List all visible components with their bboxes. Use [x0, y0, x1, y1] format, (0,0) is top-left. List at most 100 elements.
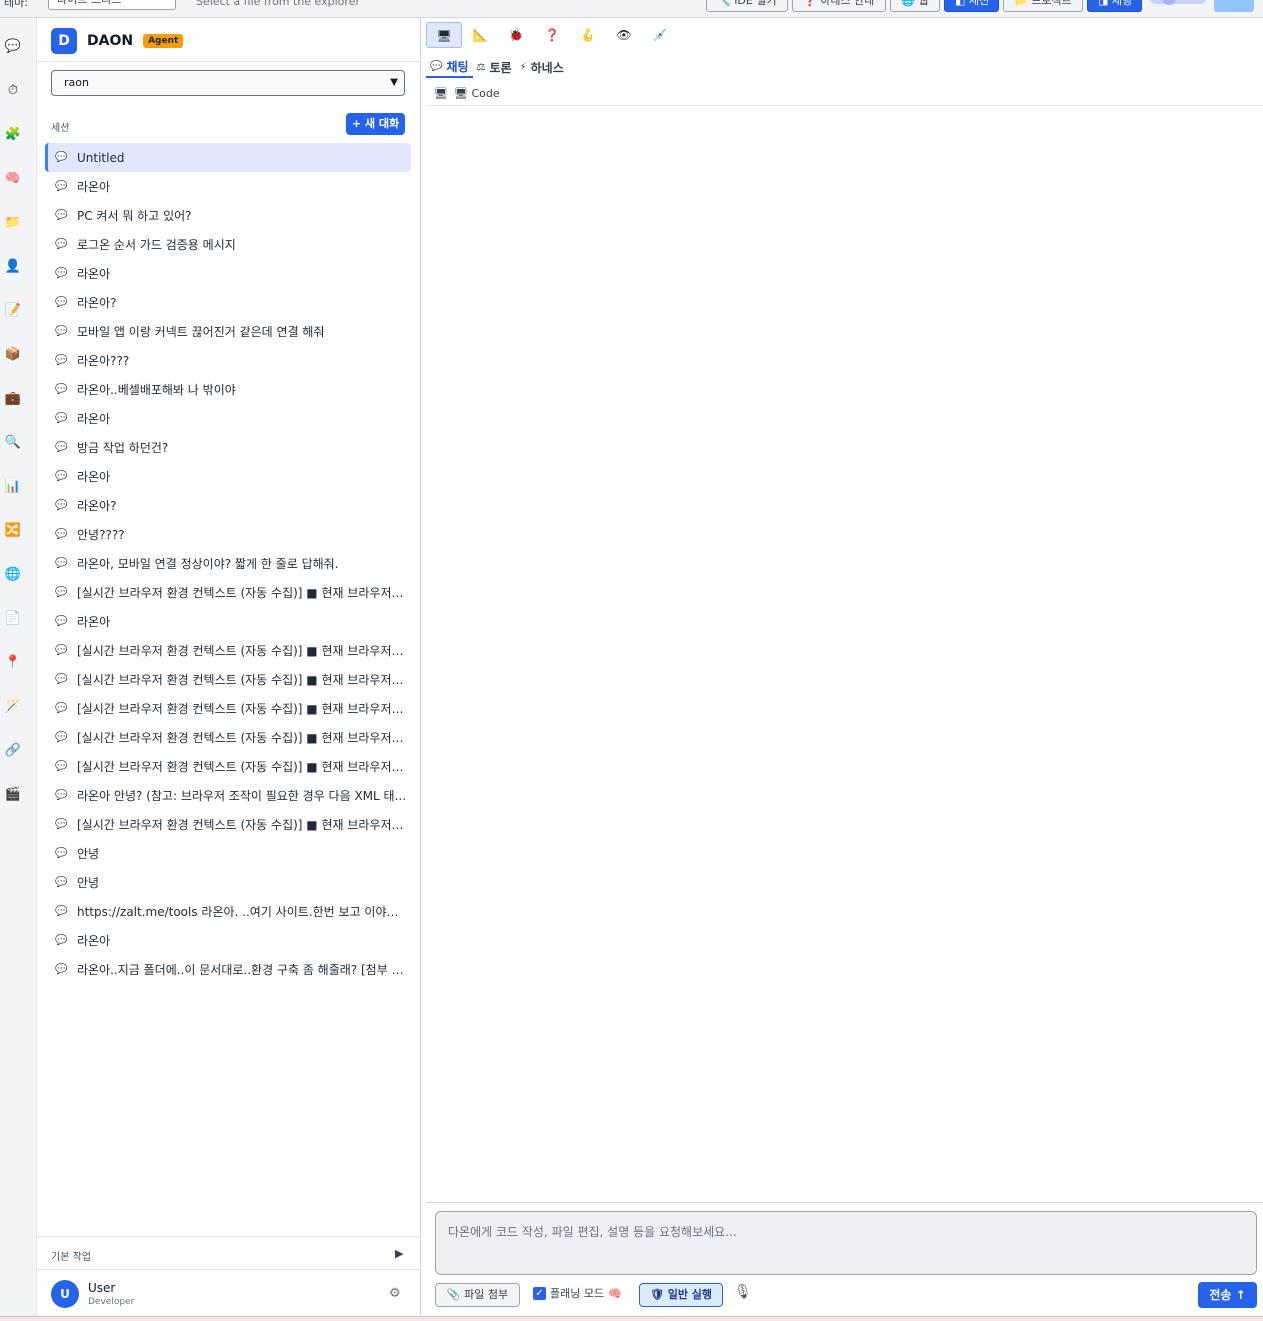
session-item[interactable]: 💬 [실시간 브라우저 환경 컨텍스트 (자동 수집)] ■ 현재 브라우저에..… [45, 636, 411, 665]
tab-debate[interactable]: ⚖ 토론 [473, 56, 516, 78]
divider [37, 1269, 421, 1270]
pin-icon[interactable]: 📍 [4, 654, 22, 672]
chat-icon[interactable]: 💬 [4, 38, 22, 56]
timer-icon[interactable]: ⏱ [4, 82, 22, 100]
session-item[interactable]: 💬 라온아 [45, 172, 411, 201]
chat-panel-button[interactable]: ◨ 채팅 [1087, 0, 1142, 12]
session-title: https://zalt.me/tools 라온아. ..여기 사이트.한번 보… [77, 905, 407, 919]
session-item[interactable]: 💬 [실시간 브라우저 환경 컨텍스트 (자동 수집)] ■ 현재 브라우저에..… [45, 723, 411, 752]
mode-tabs: 💬 채팅 ⚖ 토론 ⚡ 하네스 [426, 56, 568, 78]
hook-icon[interactable]: 🪝 [570, 22, 606, 48]
session-title: 라온아 [77, 267, 111, 281]
memo-icon[interactable]: 📝 [4, 302, 22, 320]
new-chat-button[interactable]: + 새 대화 [346, 113, 405, 135]
agent-badge: Agent [143, 34, 184, 48]
clapper-icon[interactable]: 🎬 [4, 786, 22, 804]
session-item[interactable]: 💬 라온아..베셀배포해봐 나 밖이야 [45, 375, 411, 404]
monitor-icon[interactable]: 🖥 [426, 22, 462, 48]
brain-icon[interactable]: 🧠 [4, 170, 22, 188]
session-item[interactable]: 💬 모바일 앱 이랑 커넥트 끊어진거 같은데 연결 해줘 [45, 317, 411, 346]
session-item[interactable]: 💬 [실시간 브라우저 환경 컨텍스트 (자동 수집)] ■ 현재 브라우저에..… [45, 665, 411, 694]
session-item[interactable]: 💬 라온아, 모바일 연결 정상이야? 짧게 한 줄로 답해줘. [45, 549, 411, 578]
planning-mode-toggle[interactable]: ✓ 플래닝 모드 🧠 [533, 1285, 622, 1301]
session-item[interactable]: 💬 [실시간 브라우저 환경 컨텍스트 (자동 수집)] ■ 현재 브라우저에..… [45, 694, 411, 723]
session-item[interactable]: 💬 방금 작업 하던건? [45, 433, 411, 462]
question-icon[interactable]: ❓ [534, 22, 570, 48]
session-item[interactable]: 💬 라온아? [45, 288, 411, 317]
eye-icon[interactable]: 👁 [606, 22, 642, 48]
session-item[interactable]: 💬 라온아 [45, 259, 411, 288]
syringe-icon[interactable]: 💉 [642, 22, 678, 48]
harness-guide-button[interactable]: ❓ 하네스 안내 [792, 0, 886, 12]
chat-bubble-icon: 💬 [430, 60, 443, 72]
chat-bubble-icon: 💬 [55, 210, 68, 221]
session-item[interactable]: 💬 라온아 안녕? (참고: 브라우저 조작이 필요한 경우 다음 XML 태..… [45, 781, 411, 810]
avatar[interactable]: U [51, 1280, 79, 1308]
session-item[interactable]: 💬 라온아? [45, 491, 411, 520]
folder-icon[interactable]: 📁 [4, 214, 22, 232]
wand-icon[interactable]: 🪄 [4, 698, 22, 716]
send-button[interactable]: 전송 ↑ [1198, 1282, 1257, 1308]
session-item[interactable]: 💬 라온아 [45, 607, 411, 636]
session-title: 라온아? [77, 499, 117, 513]
chat-bubble-icon: 💬 [55, 906, 68, 917]
session-panel-button[interactable]: ◧ 세션 [944, 0, 999, 12]
bug-icon[interactable]: 🐞 [498, 22, 534, 48]
zoom-slider[interactable] [1150, 0, 1206, 5]
chart-icon[interactable]: 📊 [4, 478, 22, 496]
session-item[interactable]: 💬 안녕 [45, 839, 411, 868]
tab-chat[interactable]: 💬 채팅 [426, 56, 473, 78]
agent-select-value: raon [64, 76, 89, 89]
attach-file-button[interactable]: 📎 파일 첨부 [435, 1283, 520, 1307]
chat-bubble-icon: 💬 [55, 239, 68, 250]
session-item[interactable]: 💬 라온아 [45, 462, 411, 491]
expand-arrow-icon[interactable]: ▶ [395, 1247, 403, 1260]
puzzle-icon[interactable]: 🧩 [4, 126, 22, 144]
basic-tasks-label[interactable]: 기본 작업 [51, 1248, 91, 1263]
session-item[interactable]: 💬 안녕???? [45, 520, 411, 549]
chat-bubble-icon: 💬 [55, 529, 68, 540]
open-ide-button[interactable]: 🔧 IDE 열기 [706, 0, 788, 12]
session-item[interactable]: 💬 로그온 순서 가드 검증용 메시지 [45, 230, 411, 259]
file-tab-code[interactable]: 🖥 Code [454, 87, 500, 100]
shuffle-icon[interactable]: 🔀 [4, 522, 22, 540]
theme-select[interactable]: 다이트 브리즈 [48, 0, 176, 10]
tab-harness[interactable]: ⚡ 하네스 [516, 56, 568, 78]
session-item[interactable]: 💬 PC 켜서 뭐 하고 있어? [45, 201, 411, 230]
package-icon[interactable]: 📦 [4, 346, 22, 364]
session-item[interactable]: 💬 라온아 [45, 926, 411, 955]
globe-icon[interactable]: 🌐 [4, 566, 22, 584]
toolbar-extra-button[interactable] [1214, 0, 1254, 12]
session-title: [실시간 브라우저 환경 컨텍스트 (자동 수집)] ■ 현재 브라우저에... [77, 702, 407, 716]
session-item[interactable]: 💬 라온아??? [45, 346, 411, 375]
briefcase-icon[interactable]: 💼 [4, 390, 22, 408]
document-icon[interactable]: 📄 [4, 610, 22, 628]
session-title: 모바일 앱 이랑 커넥트 끊어진거 같은데 연결 해줘 [77, 325, 325, 339]
microphone-icon[interactable]: 🎙 [734, 1284, 752, 1300]
session-title: 라온아 [77, 470, 111, 484]
chat-bubble-icon: 💬 [55, 355, 68, 366]
blueprint-icon[interactable]: 📐 [462, 22, 498, 48]
agent-select[interactable]: raon ▼ [51, 70, 405, 96]
chat-messages [426, 106, 1263, 1202]
link-icon[interactable]: 🔗 [4, 742, 22, 760]
message-input[interactable]: 다온에게 코드 작성, 파일 편집, 설명 등을 요청해보세요... [435, 1211, 1257, 1275]
session-item[interactable]: 💬 안녕 [45, 868, 411, 897]
checkbox[interactable]: ✓ [533, 1286, 546, 1300]
session-item[interactable]: 💬 [실시간 브라우저 환경 컨텍스트 (자동 수집)] ■ 현재 브라우저에..… [45, 578, 411, 607]
gear-icon[interactable]: ⚙ [389, 1286, 401, 1301]
session-item[interactable]: 💬 라온아 [45, 404, 411, 433]
session-item[interactable]: 💬 [실시간 브라우저 환경 컨텍스트 (자동 수집)] ■ 현재 브라우저에..… [45, 810, 411, 839]
tab-label: 토론 [489, 60, 512, 75]
search-icon[interactable]: 🔍 [4, 434, 22, 452]
user-icon[interactable]: 👤 [4, 258, 22, 276]
session-item[interactable]: 💬 https://zalt.me/tools 라온아. ..여기 사이트.한번 … [45, 897, 411, 926]
session-item-active[interactable]: 💬 Untitled [45, 143, 411, 172]
session-item[interactable]: 💬 라온아..지금 폴더에..이 문서대로..환경 구축 좀 해줄래? [첨부 파… [45, 955, 411, 984]
project-button[interactable]: 📁 프로젝트 [1003, 0, 1083, 12]
session-title: 라온아??? [77, 354, 130, 368]
file-hint: Select a file from the explorer [196, 0, 360, 8]
web-button[interactable]: 🌐 웹 [890, 0, 940, 12]
session-item[interactable]: 💬 [실시간 브라우저 환경 컨텍스트 (자동 수집)] ■ 현재 브라우저에..… [45, 752, 411, 781]
run-mode-button[interactable]: 🛡 일반 실행 [639, 1283, 723, 1307]
